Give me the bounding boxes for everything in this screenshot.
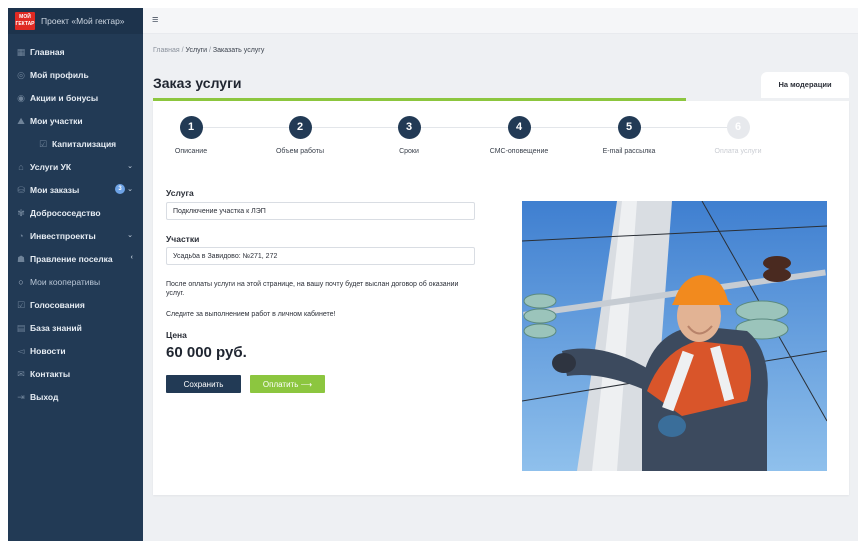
- step-number: 5: [617, 116, 641, 139]
- sidebar-item-label: Контакты: [30, 368, 71, 379]
- sidebar-nav: ▦ Главная ◎ Мой профиль ◉ Акции и бонусы…: [8, 34, 143, 408]
- step-number: 4: [507, 116, 531, 139]
- order-steps: 1 Описание 2 Объем работы 3 Сроки 4 СМС-…: [153, 116, 849, 166]
- step-number: 6: [726, 116, 750, 139]
- order-card: 1 Описание 2 Объем работы 3 Сроки 4 СМС-…: [153, 101, 849, 495]
- service-label: Услуга: [166, 188, 194, 198]
- step-number: 1: [179, 116, 203, 139]
- save-button[interactable]: Сохранить: [166, 375, 241, 393]
- step-sms[interactable]: 4 СМС-оповещение: [459, 116, 579, 155]
- chevron-down-icon: ⌄: [127, 163, 133, 170]
- sidebar-item-label: Мои заказы: [30, 184, 80, 195]
- sidebar-item-votes[interactable]: ☑ Голосования: [8, 293, 143, 316]
- gift-icon: ◉: [17, 92, 25, 103]
- step-label: Объем работы: [275, 148, 325, 155]
- map-icon: ⛰: [17, 115, 25, 126]
- breadcrumb-current: Заказать услугу: [212, 47, 265, 54]
- breadcrumb-services[interactable]: Услуги: [186, 47, 208, 54]
- book-icon: ▤: [16, 322, 26, 333]
- sidebar-item-label: Мой профиль: [30, 69, 89, 80]
- megaphone-icon: ◅: [17, 345, 25, 356]
- sidebar-item-label: Услуги УК: [30, 161, 72, 172]
- sidebar-item-contacts[interactable]: ✉ Контакты: [8, 362, 143, 385]
- sidebar: МОЙ ГЕКТАР Проект «Мой гектар» ▦ Главная …: [8, 8, 143, 541]
- sidebar-item-label: Капитализация: [52, 138, 117, 149]
- logout-icon: ⇥: [17, 391, 25, 402]
- price-label: Цена: [166, 330, 187, 340]
- moderation-status-tab[interactable]: На модерации: [761, 72, 849, 98]
- sidebar-item-capitalization[interactable]: ☑ Капитализация: [8, 132, 143, 155]
- sidebar-item-home[interactable]: ▦ Главная: [8, 40, 143, 63]
- sidebar-item-label: Выход: [30, 391, 59, 402]
- sidebar-item-label: Мои участки: [30, 115, 83, 126]
- sidebar-item-label: Мои кооперативы: [30, 276, 101, 287]
- sidebar-item-label: Новости: [30, 345, 66, 356]
- building-icon: ⌂: [18, 161, 24, 172]
- user-icon: ◎: [17, 69, 25, 80]
- step-label: Описание: [174, 148, 208, 155]
- step-label: Сроки: [399, 148, 419, 155]
- step-payment: 6 Оплата услуги: [678, 116, 798, 155]
- sidebar-item-plots[interactable]: ⛰ Мои участки: [8, 109, 143, 132]
- sidebar-item-news[interactable]: ◅ Новости: [8, 339, 143, 362]
- chevron-down-icon: ⌄: [127, 232, 133, 239]
- page-title: Заказ услуги: [153, 75, 242, 91]
- circle-icon: ○: [18, 276, 24, 287]
- sidebar-item-label: Главная: [30, 46, 65, 57]
- check-icon: ☑: [38, 138, 48, 149]
- sidebar-item-services[interactable]: ⌂ Услуги УК ⌄: [8, 155, 143, 178]
- chevron-down-icon: ⌄: [127, 186, 133, 193]
- step-label: E-mail рассылка: [602, 148, 656, 155]
- brand-logo: МОЙ ГЕКТАР: [15, 12, 35, 30]
- sidebar-item-label: Правление поселка: [30, 253, 113, 264]
- sidebar-item-label: Добрососедство: [30, 207, 101, 218]
- sidebar-item-label: Акции и бонусы: [30, 92, 99, 103]
- step-terms[interactable]: 3 Сроки: [349, 116, 469, 155]
- step-label: Оплата услуги: [714, 148, 762, 155]
- topbar: ≡: [143, 8, 858, 34]
- sidebar-item-label: Голосования: [30, 299, 85, 310]
- sidebar-item-label: Инвестпроекты: [30, 230, 96, 241]
- step-description[interactable]: 1 Описание: [131, 116, 251, 155]
- step-number: 2: [288, 116, 312, 139]
- sidebar-item-board[interactable]: ☗ Правление поселка ‹: [8, 247, 143, 270]
- sidebar-item-knowledge[interactable]: ▤ База знаний: [8, 316, 143, 339]
- sidebar-item-orders[interactable]: ⛁ Мои заказы 3 ⌄: [8, 178, 143, 201]
- price-value: 60 000 руб.: [166, 344, 247, 361]
- orders-badge: 3: [115, 184, 125, 194]
- team-icon: ☗: [16, 253, 26, 264]
- plots-label: Участки: [166, 234, 200, 244]
- step-label: СМС-оповещение: [489, 148, 549, 155]
- chevron-left-icon: ‹: [130, 254, 133, 261]
- brand[interactable]: МОЙ ГЕКТАР Проект «Мой гектар»: [8, 8, 143, 34]
- pay-button[interactable]: Оплатить ⟶: [250, 375, 325, 393]
- service-field[interactable]: [166, 202, 475, 220]
- grid-icon: ▦: [16, 46, 26, 57]
- plots-field[interactable]: [166, 247, 475, 265]
- tracking-note: Следите за выполнением работ в личном ка…: [166, 311, 336, 318]
- step-work-volume[interactable]: 2 Объем работы: [240, 116, 360, 155]
- contacts-icon: ✉: [17, 368, 25, 379]
- step-email[interactable]: 5 E-mail рассылка: [569, 116, 689, 155]
- sidebar-item-promos[interactable]: ◉ Акции и бонусы: [8, 86, 143, 109]
- breadcrumb-home[interactable]: Главная: [153, 47, 180, 54]
- step-number: 3: [397, 116, 421, 139]
- contract-note: После оплаты услуги на этой странице, на…: [166, 281, 459, 297]
- sidebar-item-profile[interactable]: ◎ Мой профиль: [8, 63, 143, 86]
- hamburger-icon[interactable]: ≡: [152, 15, 158, 26]
- sidebar-item-label: База знаний: [30, 322, 82, 333]
- sidebar-item-logout[interactable]: ⇥ Выход: [8, 385, 143, 408]
- sidebar-item-neighborhood[interactable]: ✾ Добрососедство: [8, 201, 143, 224]
- sidebar-item-investments[interactable]: ◔ Инвестпроекты ⌄: [8, 224, 143, 247]
- sidebar-item-cooperatives[interactable]: ○ Мои кооперативы: [8, 270, 143, 293]
- vote-icon: ☑: [16, 299, 26, 310]
- breadcrumb: Главная / Услуги / Заказать услугу: [153, 47, 264, 54]
- service-photo: [522, 201, 827, 471]
- cart-icon: ⛁: [17, 184, 25, 195]
- app-title: Проект «Мой гектар»: [41, 16, 125, 26]
- invest-icon: ◔: [18, 230, 24, 241]
- handshake-icon: ✾: [17, 207, 25, 218]
